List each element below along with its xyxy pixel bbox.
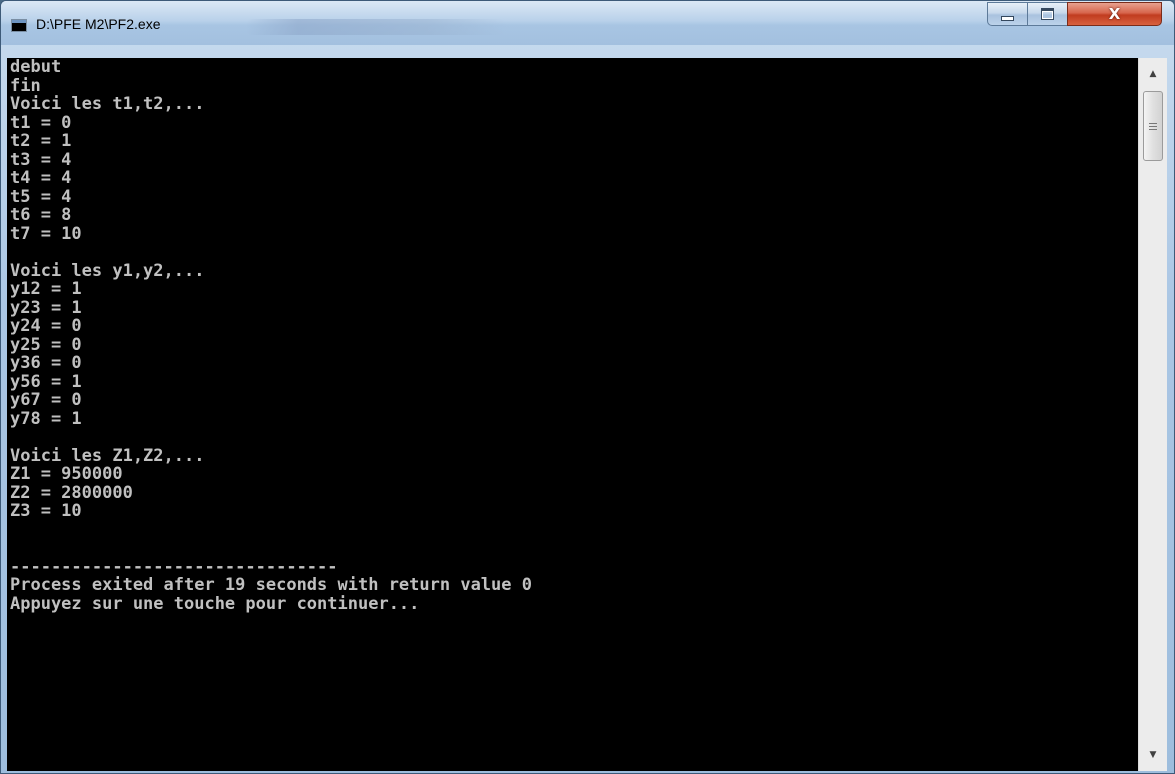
console-line: t4 = 4 — [10, 168, 72, 188]
console-window: D:\PFE M2\PF2.exe X debut fin Voici les … — [0, 0, 1175, 774]
scroll-grip-icon — [1149, 122, 1157, 130]
console-line: y24 = 0 — [10, 316, 82, 336]
maximize-button[interactable] — [1027, 2, 1067, 26]
close-icon: X — [1108, 5, 1121, 23]
console-line: Voici les y1,y2,... — [10, 260, 205, 281]
title-bar-glass — [246, 19, 506, 35]
console-line: Voici les t1,t2,... — [10, 94, 205, 114]
minimize-icon — [1001, 15, 1014, 21]
console-app-icon[interactable] — [11, 19, 27, 32]
close-button[interactable]: X — [1067, 2, 1162, 26]
console-line: Voici les Z1,Z2,... — [10, 445, 205, 466]
console-line: Z3 = 10 — [10, 501, 82, 521]
scroll-down-arrow-icon: ▼ — [1149, 750, 1157, 760]
console-line: t7 = 10 — [10, 223, 82, 244]
console-line: Appuyez sur une touche pour continuer... — [10, 593, 420, 614]
console-line: t1 = 0 — [10, 112, 72, 133]
console-line: Process exited after 19 seconds with ret… — [10, 575, 532, 595]
console-line: y67 = 0 — [10, 390, 82, 410]
console-output: debut fin Voici les t1,t2,... t1 = 0 t2 … — [7, 58, 1138, 613]
scroll-up-arrow-icon: ▲ — [1149, 69, 1157, 79]
console-line: y23 = 1 — [10, 297, 82, 318]
scroll-up-button[interactable]: ▲ — [1139, 60, 1167, 88]
scroll-down-button[interactable]: ▼ — [1139, 741, 1167, 769]
console-line: t5 = 4 — [10, 186, 72, 207]
console-line: t2 = 1 — [10, 131, 72, 151]
console-line: y36 = 0 — [10, 353, 82, 373]
console-line: Z1 = 950000 — [10, 464, 123, 484]
console-line: y56 = 1 — [10, 371, 82, 392]
console-line: y25 = 0 — [10, 334, 82, 355]
console-line: y78 = 1 — [10, 408, 82, 429]
minimize-button[interactable] — [987, 2, 1027, 26]
maximize-icon — [1041, 8, 1054, 20]
console-line: Z2 = 2800000 — [10, 482, 133, 503]
console-line: -------------------------------- — [10, 556, 338, 577]
console-output-area[interactable]: debut fin Voici les t1,t2,... t1 = 0 t2 … — [7, 58, 1138, 771]
console-line: t6 = 8 — [10, 205, 72, 225]
console-line: debut — [10, 58, 62, 77]
console-line: fin — [10, 75, 41, 96]
vertical-scrollbar[interactable]: ▲ ▼ — [1138, 58, 1167, 771]
console-line: y12 = 1 — [10, 279, 82, 299]
window-title: D:\PFE M2\PF2.exe — [36, 16, 161, 32]
title-bar[interactable]: D:\PFE M2\PF2.exe X — [1, 1, 1174, 45]
scroll-thumb[interactable] — [1143, 91, 1163, 161]
console-line: t3 = 4 — [10, 149, 72, 170]
caption-buttons: X — [987, 2, 1162, 26]
